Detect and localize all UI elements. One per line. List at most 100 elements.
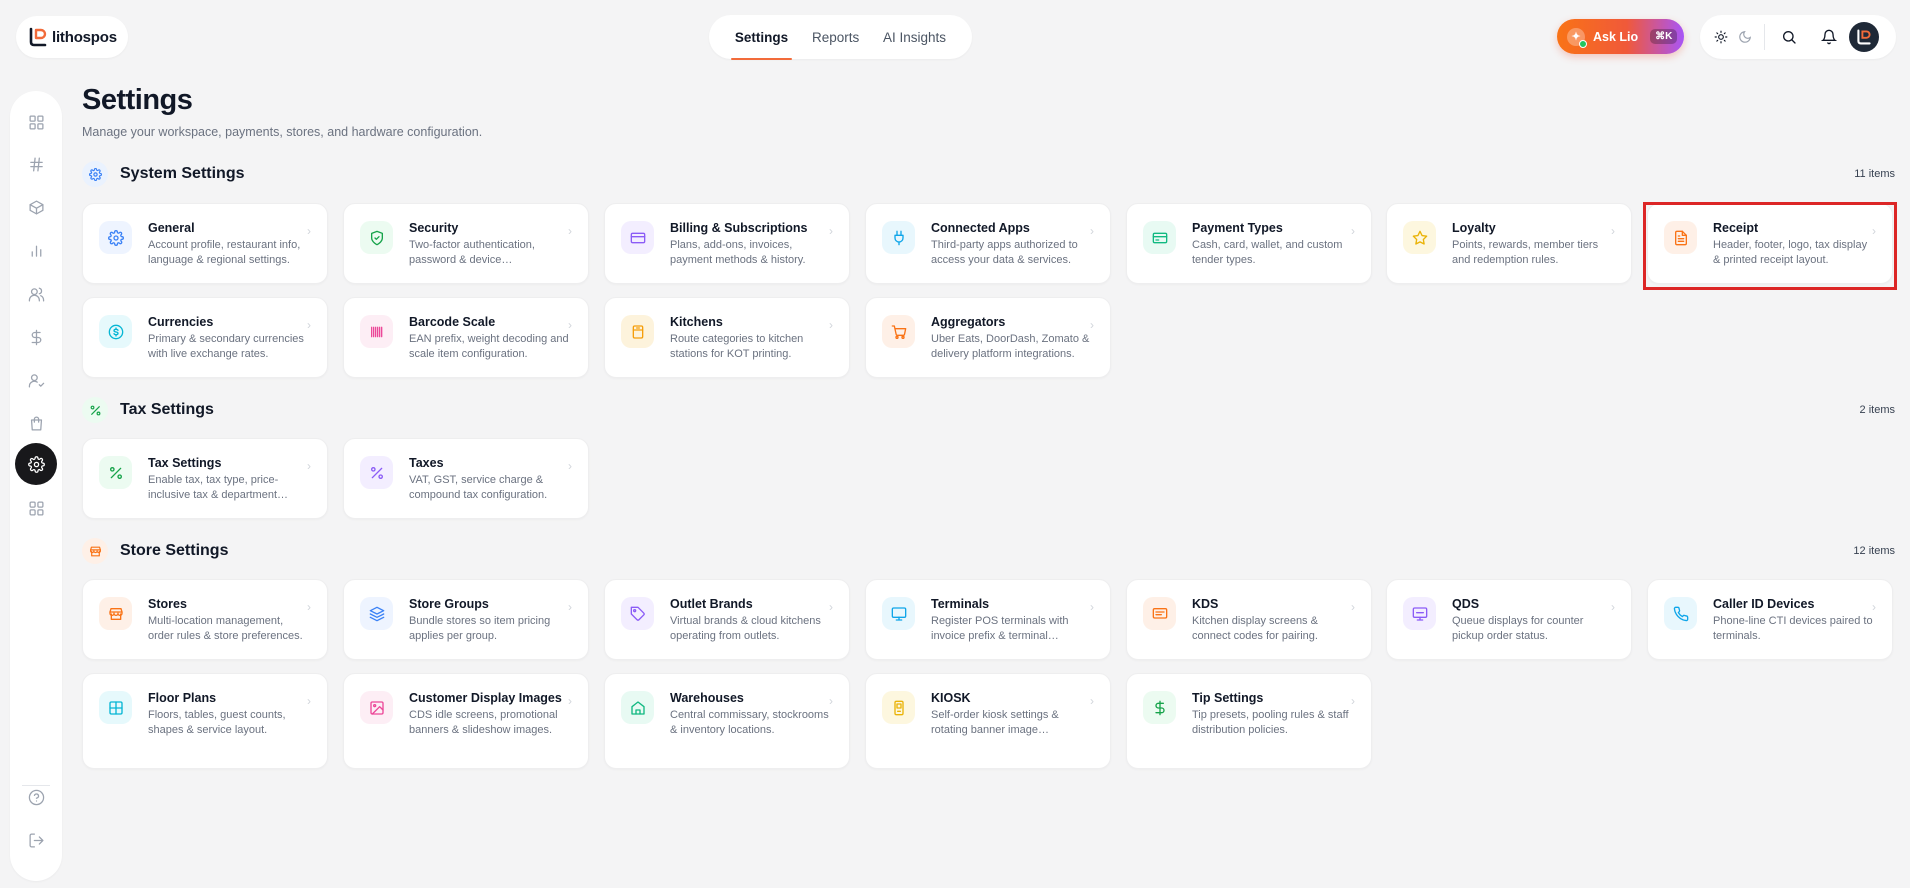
settings-card-loyalty[interactable]: Loyalty Points, rewards, member tiers and… [1386,203,1632,284]
settings-card-connected-apps[interactable]: Connected Apps Third-party apps authorize… [865,203,1111,284]
settings-card-tax-settings[interactable]: Tax Settings Enable tax, tax type, price-… [82,438,328,519]
shortcut-badge: ⌘K [1650,29,1678,44]
display-icon [1403,597,1436,630]
card-description: Kitchen display screens & connect codes … [1192,615,1318,642]
settings-card-caller-id-devices[interactable]: Caller ID Devices Phone-line CTI devices … [1647,579,1893,660]
settings-card-payment-types[interactable]: Payment Types Cash, card, wallet, and cus… [1126,203,1372,284]
settings-card-aggregators[interactable]: Aggregators Uber Eats, DoorDash, Zomato &… [865,297,1111,378]
search-icon[interactable] [1775,23,1803,51]
sidebar-item-user-check[interactable] [15,359,57,401]
settings-card-kds[interactable]: KDS Kitchen display screens & connect cod… [1126,579,1372,660]
store-icon [82,538,108,564]
settings-card-customer-display-images[interactable]: Customer Display Images CDS idle screens,… [343,673,589,769]
tab-settings[interactable]: Settings [730,16,793,60]
chevron-right-icon: › [1611,224,1615,238]
chevron-right-icon: › [829,318,833,332]
sidebar [10,91,62,881]
card-title: Payment Types [1192,221,1283,235]
sidebar-help-button[interactable] [15,776,57,818]
moon-icon[interactable] [1738,30,1752,44]
section-title: Store Settings [120,542,229,559]
sidebar-item-dollar[interactable] [15,316,57,358]
help-icon [28,789,45,806]
card-description: Uber Eats, DoorDash, Zomato & delivery p… [931,333,1090,360]
settings-card-floor-plans[interactable]: Floor Plans Floors, tables, guest counts,… [82,673,328,769]
tab-reports[interactable]: Reports [808,16,863,59]
sidebar-item-bag[interactable] [15,402,57,444]
tab-ai-insights[interactable]: AI Insights [879,16,950,59]
ask-lio-button[interactable]: ✦ Ask Lio ⌘K [1557,19,1684,54]
card-description: Cash, card, wallet, and custom tender ty… [1192,239,1343,266]
card-title: KIOSK [931,691,971,705]
theme-toggle[interactable] [1700,24,1765,50]
page-title: Settings [82,84,193,116]
card-title: Kitchens [670,315,723,329]
settings-card-qds[interactable]: QDS Queue displays for counter pickup ord… [1386,579,1632,660]
card-description: Two-factor authentication, password & de… [409,239,535,266]
chevron-right-icon: › [568,459,572,473]
settings-card-security[interactable]: Security Two-factor authentication, passw… [343,203,589,284]
card-description: Primary & secondary currencies with live… [148,333,304,360]
card-description: VAT, GST, service charge & compound tax … [409,474,548,501]
settings-card-outlet-brands[interactable]: Outlet Brands Virtual brands & cloud kitc… [604,579,850,660]
card-title: Stores [148,597,187,611]
settings-card-store-groups[interactable]: Store Groups Bundle stores so item pricin… [343,579,589,660]
card-title: Terminals [931,597,990,611]
settings-card-kitchens[interactable]: Kitchens Route categories to kitchen stat… [604,297,850,378]
chevron-right-icon: › [829,694,833,708]
settings-card-receipt[interactable]: Receipt Header, footer, logo, tax display… [1647,203,1893,284]
chevron-right-icon: › [1351,694,1355,708]
settings-card-billing-subscriptions[interactable]: Billing & Subscriptions Plans, add-ons, i… [604,203,850,284]
bell-icon[interactable] [1815,23,1843,51]
card-title: Barcode Scale [409,315,496,329]
bag-icon [28,415,45,432]
settings-card-tip-settings[interactable]: Tip Settings Tip presets, pooling rules &… [1126,673,1372,769]
cart-icon [882,315,915,348]
sidebar-item-chart[interactable] [15,229,57,271]
sidebar-item-hash[interactable] [15,143,57,185]
currency-icon [99,315,132,348]
settings-card-kiosk[interactable]: KIOSK Self-order kiosk settings & rotatin… [865,673,1111,769]
gear-icon [99,221,132,254]
percent-icon [99,456,132,489]
layers-icon [360,597,393,630]
top-navigation: Settings Reports AI Insights [709,15,972,60]
card-title: General [148,221,195,235]
section-title: System Settings [120,165,245,182]
settings-card-barcode-scale[interactable]: Barcode Scale EAN prefix, weight decoding… [343,297,589,378]
card-description: Virtual brands & cloud kitchens operatin… [670,615,821,642]
warehouse-icon [621,691,654,724]
settings-card-general[interactable]: General Account profile, restaurant info,… [82,203,328,284]
sidebar-item-dashboard[interactable] [15,101,57,143]
sidebar-item-box[interactable] [15,186,57,228]
sidebar-item-gear[interactable] [15,443,57,485]
card-title: Taxes [409,456,444,470]
chevron-right-icon: › [307,224,311,238]
section-count: 11 items [1854,168,1895,180]
sidebar-item-apps[interactable] [15,487,57,529]
settings-card-terminals[interactable]: Terminals Register POS terminals with inv… [865,579,1111,660]
sidebar-logout-button[interactable] [15,819,57,861]
chevron-right-icon: › [1351,224,1355,238]
card-title: Outlet Brands [670,597,753,611]
card-description: Multi-location management, order rules &… [148,615,303,642]
card-description: Bundle stores so item pricing applies pe… [409,615,551,642]
card-title: Currencies [148,315,214,329]
chevron-right-icon: › [568,694,572,708]
card-title: QDS [1452,597,1480,611]
sun-icon[interactable] [1714,30,1728,44]
chevron-right-icon: › [1872,600,1876,614]
avatar[interactable] [1849,22,1879,52]
card-description: Tip presets, pooling rules & staff distr… [1192,709,1349,736]
settings-card-warehouses[interactable]: Warehouses Central commissary, stockrooms… [604,673,850,769]
section-count: 2 items [1859,404,1895,416]
settings-card-currencies[interactable]: Currencies Primary & secondary currencies… [82,297,328,378]
card-description: Header, footer, logo, tax display & prin… [1713,239,1868,266]
barcode-icon [360,315,393,348]
sidebar-item-users[interactable] [15,273,57,315]
wallet-icon [1143,221,1176,254]
brand-logo[interactable]: lithospos [16,16,128,58]
settings-card-taxes[interactable]: Taxes VAT, GST, service charge & compound… [343,438,589,519]
kitchen-icon [621,315,654,348]
settings-card-stores[interactable]: Stores Multi-location management, order r… [82,579,328,660]
